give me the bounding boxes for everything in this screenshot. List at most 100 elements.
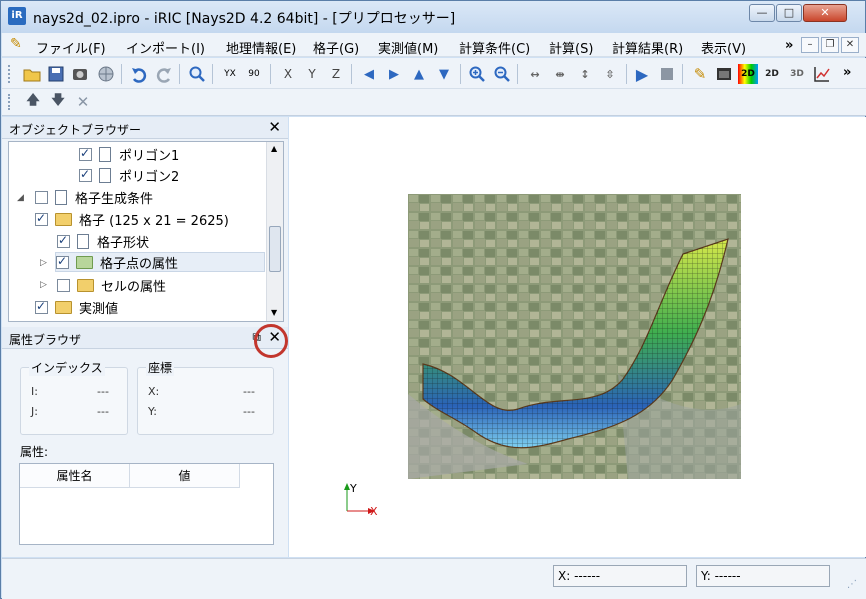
zoom-out-icon[interactable] — [492, 64, 512, 84]
view-y-icon[interactable]: Y — [302, 64, 322, 84]
tree-item-label: ポリゴン1 — [119, 148, 180, 164]
tree-item-polygon1[interactable]: ポリゴン1 — [79, 144, 283, 164]
toolbar-separator — [517, 64, 518, 84]
tree-item-grid-shape[interactable]: 格子形状 — [57, 231, 283, 251]
3d-icon[interactable]: 3D — [787, 64, 807, 84]
mdi-close-button[interactable]: ✕ — [841, 37, 859, 53]
title-bar[interactable]: iR nays2d_02.ipro - iRIC [Nays2D 4.2 64b… — [1, 1, 865, 33]
pan-right-icon[interactable]: ▶ — [384, 64, 404, 84]
undo-icon[interactable] — [129, 64, 149, 84]
tree-item-label: セルの属性 — [101, 279, 167, 295]
tree-scrollbar[interactable]: ▲ ▼ — [266, 142, 283, 321]
index-group: インデックス I: --- J: --- — [20, 359, 128, 435]
scroll-down-icon[interactable]: ▼ — [271, 308, 277, 317]
mdi-minimize-button[interactable]: – — [801, 37, 819, 53]
menu-results[interactable]: 計算結果(R) — [612, 38, 683, 57]
minimize-button[interactable]: — — [749, 4, 775, 22]
menu-import[interactable]: インポート(I) — [126, 38, 205, 57]
menu-grid[interactable]: 格子(G) — [313, 38, 359, 57]
document-icon — [55, 189, 67, 205]
menu-measured[interactable]: 実測値(M) — [378, 38, 438, 57]
expand-arrow-icon[interactable]: ▷ — [40, 258, 47, 268]
axis-rotate-icon[interactable]: 90 — [244, 64, 264, 84]
pan-down-icon[interactable]: ▼ — [434, 64, 454, 84]
scroll-up-icon[interactable]: ▲ — [271, 144, 277, 153]
edit-icon[interactable]: ✎ — [690, 64, 710, 84]
mdi-restore-button[interactable]: ❐ — [821, 37, 839, 53]
checkbox[interactable] — [35, 190, 48, 204]
graph-icon[interactable] — [812, 64, 832, 84]
axis-y-label: Y — [350, 482, 357, 495]
stop-icon[interactable] — [657, 64, 677, 84]
menu-geodata[interactable]: 地理情報(E) — [226, 38, 296, 57]
2d-icon[interactable]: 2D — [762, 64, 782, 84]
expand-v-icon[interactable]: ↕ — [575, 64, 595, 84]
expand-arrow-icon[interactable]: ▷ — [40, 280, 47, 290]
axis-xy-label: YX — [224, 69, 236, 79]
view-z-label: Z — [331, 67, 341, 81]
folder-icon — [76, 255, 93, 269]
window-icon[interactable] — [714, 64, 734, 84]
shrink-h-icon[interactable]: ⇹ — [550, 64, 570, 84]
menu-file[interactable]: ファイル(F) — [36, 38, 106, 57]
pan-up-icon[interactable]: ▲ — [409, 64, 429, 84]
object-browser-close-button[interactable]: ✕ — [268, 118, 281, 136]
menu-view[interactable]: 表示(V) — [701, 38, 746, 57]
column-header-name[interactable]: 属性名 — [20, 464, 130, 488]
attribute-table[interactable]: 属性名 値 — [19, 463, 274, 545]
move-down-icon[interactable]: 🡇 — [48, 92, 68, 112]
2d-color-label: 2D — [741, 69, 755, 79]
checkbox[interactable] — [79, 146, 92, 161]
2d-label: 2D — [765, 69, 779, 79]
tree-item-label: ポリゴン2 — [119, 169, 180, 185]
close-button[interactable]: ✕ — [803, 4, 847, 22]
redo-icon[interactable] — [154, 64, 174, 84]
expand-h-icon[interactable]: ↔ — [525, 64, 545, 84]
j-value: --- — [97, 405, 109, 418]
open-folder-icon[interactable] — [22, 64, 42, 84]
run-icon[interactable]: ▶ — [632, 64, 652, 84]
view-z-icon[interactable]: Z — [326, 64, 346, 84]
checkbox[interactable] — [56, 254, 69, 269]
column-header-value[interactable]: 値 — [130, 464, 240, 488]
tree-item-node-attributes[interactable]: 格子点の属性 — [55, 252, 265, 272]
aerial-map-with-grid[interactable] — [408, 194, 741, 479]
tree-item-polygon2[interactable]: ポリゴン2 — [79, 165, 283, 185]
resize-grip-icon[interactable]: ⋰ — [847, 579, 857, 590]
save-icon[interactable] — [46, 64, 66, 84]
collapse-arrow-icon[interactable]: ◢ — [17, 193, 24, 203]
pan-left-icon[interactable]: ◀ — [359, 64, 379, 84]
axis-xy-icon[interactable]: YX — [220, 64, 240, 84]
move-up-icon[interactable]: 🡅 — [23, 92, 43, 112]
toolbar-separator — [351, 64, 352, 84]
tree-item-grid-generation[interactable]: 格子生成条件 — [35, 187, 283, 207]
scroll-thumb[interactable] — [269, 226, 281, 272]
tree-item-measured[interactable]: 実測値 — [35, 297, 283, 317]
delete-icon[interactable]: ✕ — [73, 92, 93, 112]
checkbox[interactable] — [57, 233, 70, 248]
globe-icon[interactable] — [96, 64, 116, 84]
toolbar-overflow-button[interactable]: » — [843, 65, 851, 80]
document-icon — [77, 233, 89, 249]
snapshot-icon[interactable] — [70, 64, 90, 84]
zoom-in-icon[interactable] — [467, 64, 487, 84]
2d-color-icon[interactable]: 2D — [738, 64, 758, 84]
checkbox[interactable] — [79, 167, 92, 182]
toolbar-grip[interactable] — [8, 94, 11, 110]
menu-calc[interactable]: 計算(S) — [549, 38, 593, 57]
zoom-fit-icon[interactable] — [187, 64, 207, 84]
object-tree: ポリゴン1 ポリゴン2 格子生成条件 ◢ 格子 (125 x 21 = 2625… — [8, 141, 284, 322]
tree-item-grid[interactable]: 格子 (125 x 21 = 2625) — [35, 209, 283, 229]
maximize-button[interactable]: □ — [776, 4, 802, 22]
view-x-icon[interactable]: X — [278, 64, 298, 84]
document-icon — [99, 167, 111, 183]
checkbox[interactable] — [57, 278, 70, 292]
checkbox[interactable] — [35, 211, 48, 226]
checkbox[interactable] — [35, 299, 48, 314]
toolbar-grip[interactable] — [8, 65, 11, 83]
menu-calc-condition[interactable]: 計算条件(C) — [459, 38, 530, 57]
menu-bar: ✎ ファイル(F) インポート(I) 地理情報(E) 格子(G) 実測値(M) … — [2, 33, 866, 57]
shrink-v-icon[interactable]: ⇳ — [600, 64, 620, 84]
menu-overflow-button[interactable]: » — [785, 38, 793, 53]
tree-item-cell-attributes[interactable]: セルの属性 — [57, 275, 283, 295]
